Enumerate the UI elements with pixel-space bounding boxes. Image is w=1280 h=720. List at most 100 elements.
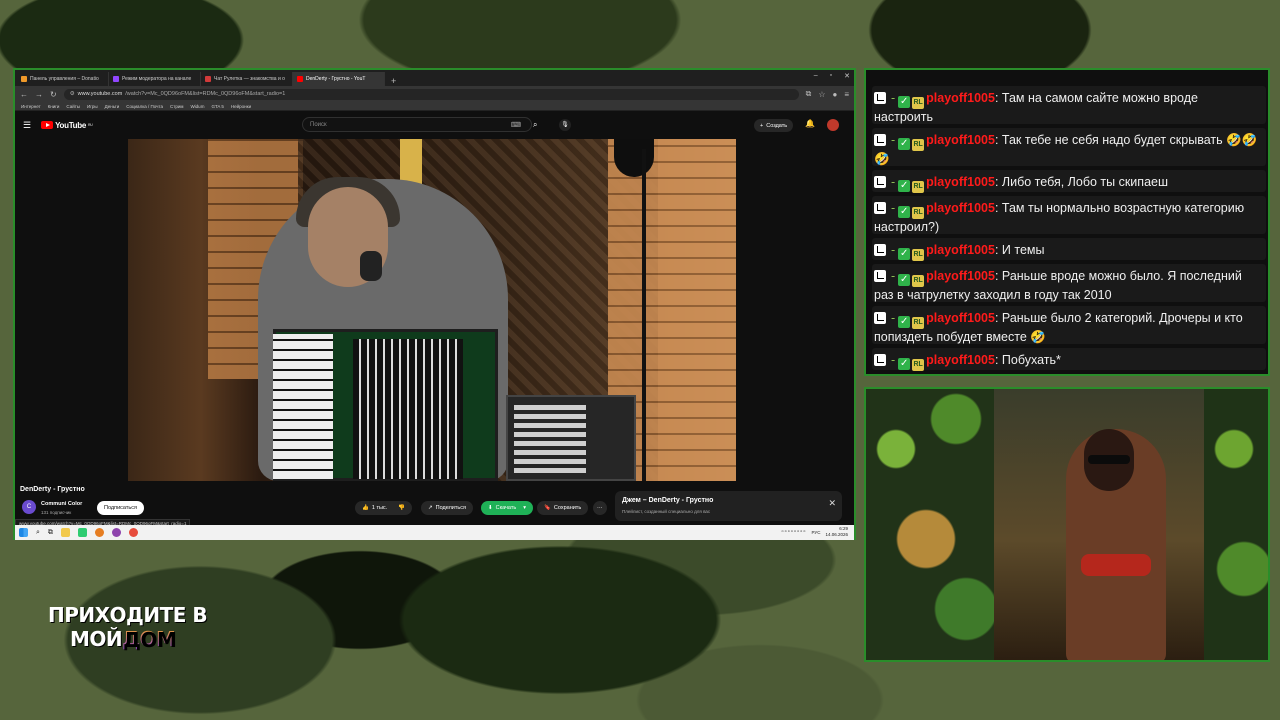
hamburger-menu-icon[interactable]: ☰ xyxy=(23,120,31,131)
mix-playlist-panel[interactable]: Джем – DenDerty - Грустно Плейлист, созд… xyxy=(615,491,842,521)
chat-username[interactable]: playoff1005 xyxy=(926,201,995,215)
channel-name[interactable]: Communi Color xyxy=(41,501,82,507)
broadcaster-badge-icon xyxy=(874,202,886,214)
microphone-icon[interactable]: 🎙 xyxy=(559,119,571,131)
tab-label: DenDerty - Грустно - YouT xyxy=(306,76,366,82)
chat-message: - ✓ RL playoff1005: И темы xyxy=(874,242,1258,261)
back-icon[interactable]: ← xyxy=(20,90,28,99)
chat-message-text: И темы xyxy=(1001,243,1045,257)
search-input[interactable]: Поиск ⌨ xyxy=(302,117,532,132)
clock[interactable]: 6:29 14.06.2026 xyxy=(825,526,848,538)
site-info-icon[interactable]: ⚙ xyxy=(70,91,75,97)
tray-icons[interactable]: ▫▫▫▫▫▫▫▫ xyxy=(781,529,806,535)
firefox-icon[interactable] xyxy=(94,528,104,537)
badge-dash: - xyxy=(891,269,896,283)
chrome-icon[interactable] xyxy=(128,528,138,537)
search-icon[interactable]: ⌕ xyxy=(36,529,40,537)
plus-icon: + xyxy=(760,122,764,129)
avatar[interactable] xyxy=(827,119,839,131)
video-scene xyxy=(273,334,333,479)
download-icon: ⬇ xyxy=(488,505,493,511)
subscribe-button[interactable]: Подписаться xyxy=(97,501,144,515)
tab-chatroulette[interactable]: Чат Рулетка — знакомства и о xyxy=(201,72,293,86)
search-placeholder: Поиск xyxy=(310,121,327,128)
profile-icon[interactable]: ● xyxy=(832,90,837,99)
youtube-logo-text: YouTube xyxy=(55,120,87,130)
tab-label: Панель управления – Donatio xyxy=(30,76,99,82)
video-scene xyxy=(642,149,646,481)
tab-donation[interactable]: Панель управления – Donatio xyxy=(17,72,109,86)
close-icon[interactable]: ✕ xyxy=(828,498,836,509)
donation-favicon-icon xyxy=(21,76,27,82)
decorative-art-panel xyxy=(864,387,1270,662)
chat-username[interactable]: playoff1005 xyxy=(926,353,995,367)
rl-badge: RL xyxy=(912,359,925,371)
minimize-icon[interactable]: – xyxy=(814,72,818,80)
rl-badge: RL xyxy=(912,97,925,109)
tab-youtube[interactable]: DenDerty - Грустно - YouT xyxy=(293,72,385,86)
logo-line-1: ПРИХОДИТЕ В xyxy=(48,603,208,627)
more-actions-button[interactable]: ··· xyxy=(593,501,607,515)
reload-icon[interactable]: ↻ xyxy=(50,90,57,99)
tab-moderator[interactable]: Режим модератора на канале xyxy=(109,72,201,86)
dislike-icon[interactable]: 👎 xyxy=(398,505,405,511)
bookmark-item[interactable]: Widum xyxy=(190,104,204,109)
share-button[interactable]: ↗ Поделиться xyxy=(421,501,473,515)
chat-username[interactable]: playoff1005 xyxy=(926,311,995,325)
stream-chat-panel: - ✓ RL playoff1005: Там на самом сайте можн… xyxy=(864,68,1270,376)
logo-word-dom: ДОМ xyxy=(122,627,176,651)
notifications-bell-icon[interactable]: 🔔 xyxy=(805,119,815,128)
jungle-art xyxy=(1204,389,1268,660)
address-bar[interactable]: ⚙ www.youtube.com/watch?v=Mc_0QD96oFM&li… xyxy=(63,88,799,100)
chevron-down-icon[interactable]: ▾ xyxy=(523,505,526,511)
broadcaster-badge-icon xyxy=(874,270,886,282)
bookmark-item[interactable]: Деньги xyxy=(105,104,120,109)
app-icon[interactable] xyxy=(77,528,87,537)
maximize-icon[interactable]: ▫ xyxy=(830,72,832,80)
chat-username[interactable]: playoff1005 xyxy=(926,243,995,257)
download-button[interactable]: ⬇ Скачать ▾ xyxy=(481,501,533,515)
language-indicator[interactable]: РУС xyxy=(811,530,820,535)
like-icon[interactable]: 👍 xyxy=(362,505,369,511)
windows-start-icon[interactable] xyxy=(19,528,28,537)
verified-check-icon: ✓ xyxy=(898,274,911,286)
system-tray: ▫▫▫▫▫▫▫▫ РУС 6:29 14.06.2026 xyxy=(781,526,848,538)
youtube-logo[interactable]: YouTube RU xyxy=(41,120,93,130)
bookmark-item[interactable]: Игры xyxy=(87,104,98,109)
file-explorer-icon[interactable] xyxy=(60,528,70,537)
keyboard-icon[interactable]: ⌨ xyxy=(511,121,521,129)
task-view-icon[interactable]: ⧉ xyxy=(48,529,53,537)
bookmark-item[interactable]: Социалка / Почта xyxy=(126,104,163,109)
bookmark-item[interactable]: Стрим xyxy=(170,104,183,109)
video-player[interactable] xyxy=(128,139,736,481)
like-count[interactable]: 1 тыс. xyxy=(372,505,387,511)
chat-message: - ✓ RL playoff1005: Побухать* xyxy=(874,352,1258,371)
chat-username[interactable]: playoff1005 xyxy=(926,269,995,283)
chat-username[interactable]: playoff1005 xyxy=(926,91,995,105)
like-dislike-group: 👍 1 тыс. 👎 xyxy=(355,501,413,515)
logo-word-moy: МОЙ xyxy=(70,627,123,651)
menu-icon[interactable]: ≡ xyxy=(844,90,849,99)
search-icon[interactable]: ⌕ xyxy=(533,120,537,130)
tab-bar: Панель управления – Donatio Режим модера… xyxy=(15,70,854,86)
extensions-icon[interactable]: ⧉ xyxy=(806,89,812,99)
youtube-favicon-icon xyxy=(297,76,303,82)
new-tab-button[interactable]: + xyxy=(385,76,402,86)
save-button[interactable]: 🔖 Сохранить xyxy=(537,501,589,515)
bookmark-star-icon[interactable]: ☆ xyxy=(818,90,825,99)
create-button[interactable]: + Создать xyxy=(754,119,794,132)
close-icon[interactable]: ✕ xyxy=(844,72,850,80)
chat-username[interactable]: playoff1005 xyxy=(926,175,995,189)
bookmark-item[interactable]: Нейронки xyxy=(231,104,251,109)
bookmark-item[interactable]: Интернет xyxy=(21,104,41,109)
bookmark-item[interactable]: Сайты xyxy=(66,104,80,109)
forward-icon[interactable]: → xyxy=(35,90,43,99)
broadcaster-badge-icon xyxy=(874,92,886,104)
chat-username[interactable]: playoff1005 xyxy=(926,133,995,147)
share-label: Поделиться xyxy=(435,505,466,511)
bookmark-item[interactable]: GTA 5 xyxy=(211,104,223,109)
bookmark-item[interactable]: Книги xyxy=(48,104,60,109)
channel-avatar[interactable]: C xyxy=(22,500,36,514)
obs-icon[interactable] xyxy=(111,528,121,537)
verified-check-icon: ✓ xyxy=(898,358,911,370)
